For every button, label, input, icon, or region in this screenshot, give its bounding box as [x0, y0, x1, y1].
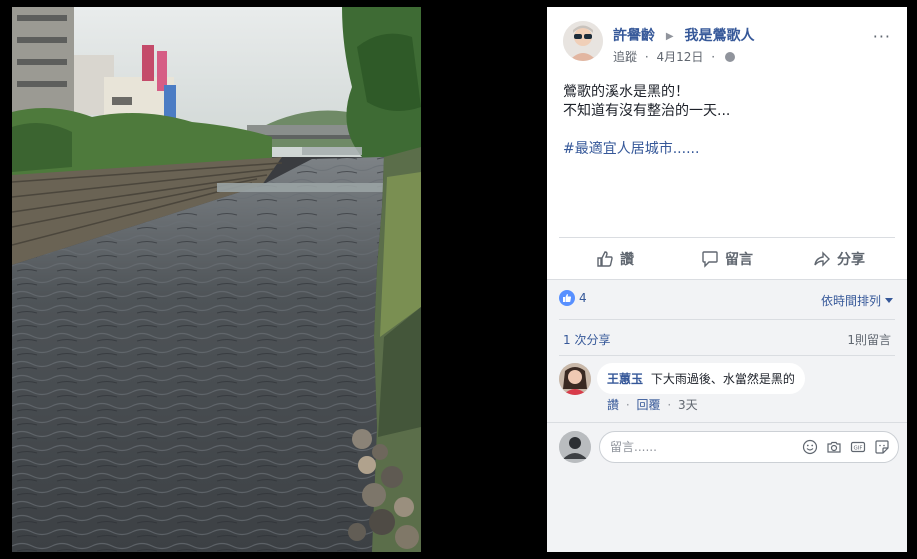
author-line: 許譽齡 ▶ 我是鶯歌人 [613, 25, 754, 45]
like-reaction-icon [559, 290, 575, 306]
comment-input-placeholder: 留言...... [610, 440, 657, 454]
composer-tools: GIF [802, 439, 890, 455]
comment-actions: 讚 · 回覆 · 3天 [607, 396, 698, 413]
hashtag-link[interactable]: #最適宜人居城市...... [563, 140, 891, 159]
comment-time[interactable]: 3天 [678, 398, 698, 412]
sort-dropdown[interactable]: 依時間排列 [821, 292, 893, 309]
share-arrow-icon [814, 250, 830, 267]
comment-input[interactable]: 留言...... GIF [599, 431, 899, 463]
arrow-icon: ▶ [665, 31, 674, 42]
author-avatar[interactable] [563, 21, 603, 61]
like-button-label: 讚 [620, 251, 634, 268]
post-photo[interactable] [12, 7, 421, 552]
author-name[interactable]: 許譽齡 [613, 28, 655, 44]
reactions-summary[interactable]: 4 [559, 290, 587, 306]
like-count: 4 [579, 291, 587, 305]
post-text-line: 不知道有沒有整治的一天... [563, 103, 731, 119]
feedback-section: 4 依時間排列 1 次分享 1則留言 王蕙玉 下大雨過後、水當然是黑的 讚 · … [547, 279, 907, 552]
share-button-label: 分享 [837, 251, 865, 268]
photo-viewer: 許譽齡 ▶ 我是鶯歌人 追蹤 · 4月12日 · ··· 鶯歌的溪水是黑的！ 不… [0, 0, 917, 559]
comment-composer: 留言...... GIF [559, 431, 899, 467]
comment-bubble: 王蕙玉 下大雨過後、水當然是黑的 [597, 363, 805, 394]
group-name[interactable]: 我是鶯歌人 [684, 28, 754, 44]
post-text-line: 鶯歌的溪水是黑的！ [563, 84, 689, 100]
commenter-avatar-image [559, 363, 591, 395]
separator: · [625, 398, 630, 412]
globe-icon [724, 52, 735, 62]
post-meta: 追蹤 · 4月12日 · [613, 48, 735, 65]
post-text: 鶯歌的溪水是黑的！ 不知道有沒有整治的一天... #最適宜人居城市...... [563, 83, 891, 159]
comment-like-link[interactable]: 讚 [607, 398, 619, 412]
author-avatar-image [563, 21, 603, 61]
more-options-icon[interactable]: ··· [873, 27, 891, 46]
comment-text: 下大雨過後、水當然是黑的 [650, 372, 795, 386]
comment-button-label: 留言 [725, 251, 753, 268]
gif-icon[interactable]: GIF [850, 439, 866, 455]
thumbs-up-icon [597, 250, 613, 267]
camera-icon[interactable] [826, 439, 842, 455]
follow-link[interactable]: 追蹤 [613, 50, 637, 64]
post-date[interactable]: 4月12日 [657, 50, 704, 64]
share-count-link[interactable]: 1 次分享 [563, 331, 610, 348]
post-panel: 許譽齡 ▶ 我是鶯歌人 追蹤 · 4月12日 · ··· 鶯歌的溪水是黑的！ 不… [547, 7, 907, 552]
like-button[interactable]: 讚 [559, 238, 671, 279]
divider [547, 422, 907, 423]
current-user-avatar-image [559, 431, 591, 463]
meta-separator: · [711, 50, 716, 64]
separator: · [667, 398, 672, 412]
sort-label: 依時間排列 [820, 294, 881, 308]
svg-text:GIF: GIF [853, 446, 862, 452]
comment-count[interactable]: 1則留言 [847, 331, 891, 348]
commenter-avatar[interactable] [559, 363, 591, 395]
post-actions: 讚 留言 分享 [559, 237, 895, 279]
comment-item: 王蕙玉 下大雨過後、水當然是黑的 讚 · 回覆 · 3天 [559, 363, 895, 423]
comment-author[interactable]: 王蕙玉 [607, 372, 643, 386]
emoji-icon[interactable] [802, 439, 818, 455]
sticker-icon[interactable] [874, 439, 890, 455]
post-header: 許譽齡 ▶ 我是鶯歌人 追蹤 · 4月12日 · ··· [563, 21, 895, 65]
comment-button[interactable]: 留言 [671, 238, 783, 279]
caret-down-icon [885, 298, 893, 303]
comment-reply-link[interactable]: 回覆 [637, 398, 661, 412]
current-user-avatar [559, 431, 591, 463]
comment-bubble-icon [702, 250, 718, 268]
meta-separator: · [644, 50, 649, 64]
river-photo-image [12, 7, 421, 552]
share-button[interactable]: 分享 [783, 238, 895, 279]
divider [559, 355, 895, 356]
divider [559, 319, 895, 320]
